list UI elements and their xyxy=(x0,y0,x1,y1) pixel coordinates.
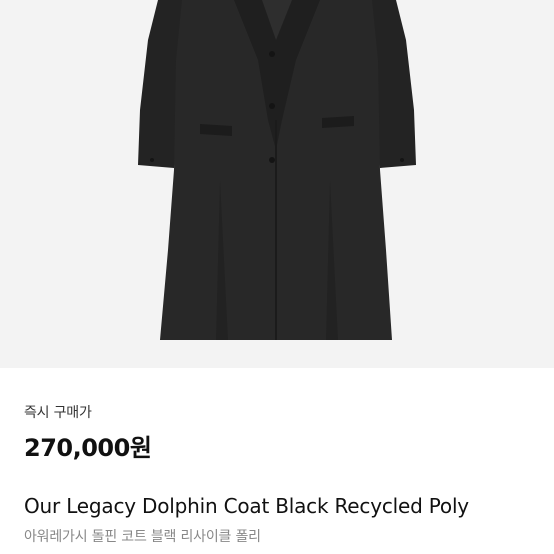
product-image[interactable] xyxy=(0,0,554,368)
product-name-en[interactable]: Our Legacy Dolphin Coat Black Recycled P… xyxy=(24,494,469,518)
price: 270,000원 xyxy=(24,434,152,462)
product-name-ko[interactable]: 아워레가시 돌핀 코트 블랙 리사이클 폴리 xyxy=(24,526,261,546)
purchase-type-label: 즉시 구매가 xyxy=(24,405,92,421)
coat-photo-icon xyxy=(0,0,554,368)
product-info: 즉시 구매가 270,000원 Our Legacy Dolphin Coat … xyxy=(0,368,554,554)
product-detail-page: 즉시 구매가 270,000원 Our Legacy Dolphin Coat … xyxy=(0,0,554,554)
